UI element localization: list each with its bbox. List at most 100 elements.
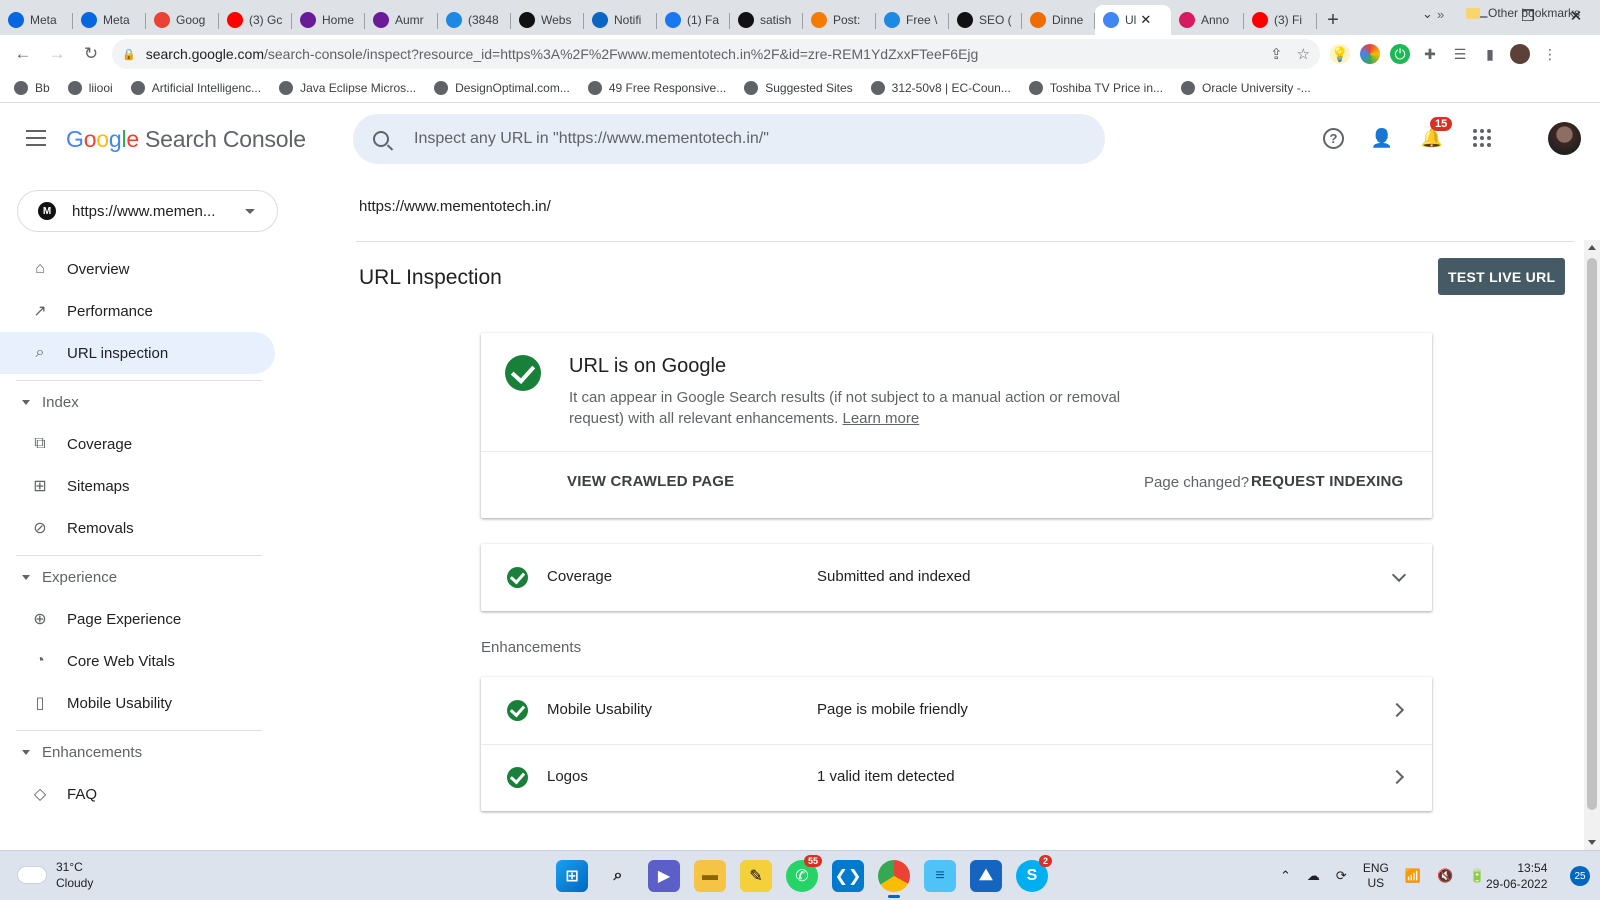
sidebar-section-index[interactable]: Index [0,381,290,423]
wifi-icon[interactable]: 📶 [1405,868,1421,884]
google-apps-icon[interactable] [1470,126,1494,150]
whatsapp-icon[interactable]: ✆ 55 [786,855,822,892]
bookmark-item[interactable]: 312-50v8 | EC-Coun... [870,80,1011,95]
sidebar-item-removals[interactable]: ⊘ Removals [0,507,290,549]
sidebar-item-page-experience[interactable]: ⊕ Page Experience [0,598,290,640]
browser-tab[interactable]: Webs [511,5,584,35]
enhancement-row-logos[interactable]: Logos 1 valid item detected [481,744,1432,811]
notification-center-badge[interactable]: 25 [1570,866,1590,886]
browser-tab[interactable]: (3) Gc [219,5,292,35]
taskbar-clock[interactable]: 13:54 29-06-2022 [1486,860,1547,892]
browser-tab[interactable]: Meta [0,5,73,35]
weather-widget[interactable]: 31°C Cloudy [18,859,93,891]
browser-tab[interactable]: Anno [1171,5,1244,35]
taskbar-search-icon[interactable]: ⌕ [602,860,634,892]
browser-tab[interactable]: Meta [73,5,146,35]
battery-icon[interactable]: 🔋 [1469,868,1485,884]
test-live-url-button[interactable]: TEST LIVE URL [1438,258,1566,295]
sidebar-item-overview[interactable]: ⌂ Overview [0,248,290,290]
notifications-bell-icon[interactable]: 🔔 15 [1420,117,1453,150]
sidebar-item-faq[interactable]: ◇ FAQ [0,773,290,815]
enhancement-row-mobile-usability[interactable]: Mobile Usability Page is mobile friendly [481,677,1432,745]
photos-icon[interactable]: ⛰ [970,860,1002,892]
bookmark-item[interactable]: 49 Free Responsive... [587,80,726,95]
bookmark-item[interactable]: Suggested Sites [744,80,853,95]
browser-tab[interactable]: (1) Fa [657,5,730,35]
extensions-puzzle-icon[interactable]: ✚ [1420,44,1440,64]
sidebar-item-core-web-vitals[interactable]: ◔ Core Web Vitals [0,640,290,682]
browser-tab[interactable]: Post: [803,5,876,35]
chevron-down-icon[interactable] [1391,567,1407,583]
view-crawled-page-button[interactable]: VIEW CRAWLED PAGE [567,473,734,490]
sticky-notes-icon[interactable]: ✎ [740,860,772,892]
url-inspect-search-bar[interactable] [353,114,1105,164]
tab-search-chevron-icon[interactable]: ⌄ [1422,6,1433,22]
other-bookmarks-button[interactable]: Other bookmarks [1466,6,1580,20]
new-tab-button[interactable]: + [1317,5,1349,35]
onedrive-icon[interactable]: ☁ [1307,868,1320,884]
reload-icon[interactable]: ↻ [74,44,108,64]
bookmark-item[interactable]: liiooi [67,80,113,95]
request-indexing-button[interactable]: REQUEST INDEXING [1251,473,1403,490]
chevron-right-icon[interactable] [1389,702,1405,718]
volume-muted-icon[interactable]: 🔇 [1437,868,1453,884]
file-explorer-icon[interactable]: ▬ [694,860,726,892]
help-icon[interactable]: ? [1323,127,1344,149]
bookmark-item[interactable]: Artificial Intelligenc... [130,80,261,95]
notepad-icon[interactable]: ≡ [924,860,956,892]
sidebar-section-enhancements[interactable]: Enhancements [0,731,290,773]
vscode-icon[interactable]: ❮❯ [832,860,864,892]
bookmark-item[interactable]: Oracle University -... [1181,80,1311,95]
tray-overflow-chevron-icon[interactable]: ⌃ [1280,868,1291,884]
back-icon[interactable]: ← [6,44,40,64]
address-bar[interactable]: 🔒 search.google.com/search-console/inspe… [112,39,1320,69]
search-console-logo[interactable]: Google Search Console [66,126,306,153]
chevron-right-icon[interactable] [1389,769,1405,785]
menu-icon[interactable] [26,130,46,146]
coverage-card[interactable]: Coverage Submitted and indexed [481,544,1432,611]
browser-tab[interactable]: (3) Fi [1244,5,1317,35]
bookmark-item[interactable]: Java Eclipse Micros... [279,80,416,95]
reading-list-icon[interactable]: ☰ [1450,44,1470,64]
bookmark-star-icon[interactable]: ☆ [1297,45,1310,63]
teams-chat-icon[interactable]: ▶ [648,860,680,892]
scroll-down-arrow-icon[interactable] [1588,840,1596,845]
browser-tab[interactable]: Ul ✕ [1095,5,1171,35]
bookmark-item[interactable]: Bb [14,80,50,95]
lock-icon[interactable]: 🔒 [122,48,136,61]
share-icon[interactable]: ⇪ [1270,45,1283,63]
property-selector[interactable]: M https://www.memen... [17,190,278,232]
page-scrollbar[interactable] [1584,240,1600,850]
browser-tab[interactable]: SEO ( [949,5,1022,35]
browser-menu-icon[interactable]: ⋮ [1540,44,1560,64]
bookmarks-overflow-button[interactable]: » [1437,7,1444,22]
bookmark-item[interactable]: Toshiba TV Price in... [1028,80,1163,95]
sidebar-item-url-inspection[interactable]: ⌕ URL inspection [0,332,275,374]
browser-tab[interactable]: Notifi [584,5,657,35]
sidebar-item-mobile-usability[interactable]: ▯ Mobile Usability [0,682,290,724]
browser-tab[interactable]: satish [730,5,803,35]
sidebar-item-performance[interactable]: ↗ Performance [0,290,290,332]
account-avatar[interactable] [1548,122,1581,155]
extension-green-icon[interactable]: ⏻ [1390,44,1410,64]
scroll-up-arrow-icon[interactable] [1588,245,1596,250]
scrollbar-thumb[interactable] [1587,258,1597,810]
learn-more-link[interactable]: Learn more [842,410,919,427]
browser-tab[interactable]: Goog [146,5,219,35]
profile-avatar-icon[interactable] [1510,44,1530,64]
extension-lightbulb-icon[interactable]: 💡 [1330,44,1350,64]
language-indicator[interactable]: ENG US [1363,861,1389,891]
browser-tab[interactable]: (3848 [438,5,511,35]
browser-tab[interactable]: Aumr [365,5,438,35]
forward-icon[interactable]: → [40,44,74,64]
browser-tab[interactable]: Dinne [1022,5,1095,35]
browser-tab[interactable]: Home [292,5,365,35]
sidebar-item-sitemaps[interactable]: ⊞ Sitemaps [0,465,290,507]
skype-icon[interactable]: S2 [1016,855,1052,892]
chrome-icon[interactable] [878,860,910,898]
extension-color-icon[interactable] [1360,44,1380,64]
manage-users-icon[interactable]: 👤 [1370,126,1394,150]
sidebar-item-coverage[interactable]: ⧉ Coverage [0,423,290,465]
sync-icon[interactable]: ⟳ [1336,868,1347,884]
bookmark-item[interactable]: DesignOptimal.com... [434,80,570,95]
